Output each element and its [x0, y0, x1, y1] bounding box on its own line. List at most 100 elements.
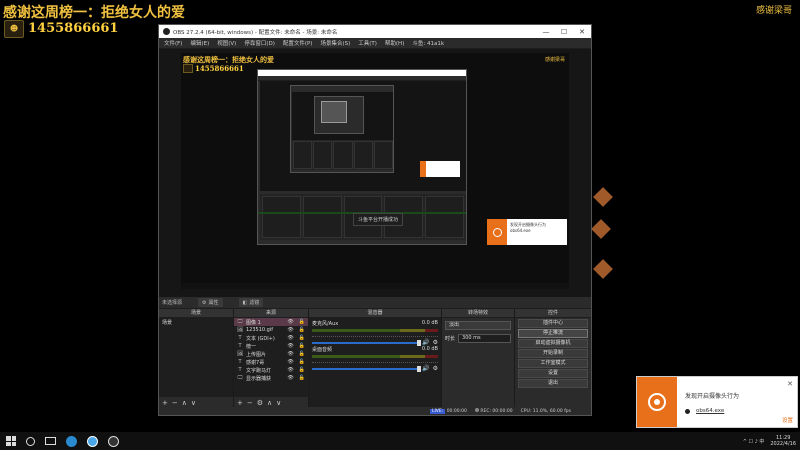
lock-icon[interactable]: 🔓	[299, 367, 305, 373]
source-item[interactable]: T 文字跑马灯 👁 🔓	[234, 366, 308, 374]
live-label: LIVE:	[429, 408, 446, 414]
overlay-number: 1455866661	[28, 21, 119, 36]
canvas-overlay-number: 1455866661	[195, 64, 244, 73]
menubar: 文件(F) 编辑(E) 视图(V) 停靠窗口(D) 配置文件(P) 场景集合(S…	[159, 38, 591, 49]
source-name: 图像 1	[246, 319, 261, 326]
move-source-up-button[interactable]: ∧	[267, 399, 272, 407]
filters-button[interactable]: ◧ 滤镜	[238, 298, 264, 307]
menu-tools[interactable]: 工具(T)	[358, 39, 377, 47]
eye-icon[interactable]: 👁	[287, 359, 293, 365]
notification-settings-link[interactable]: 设置	[782, 416, 793, 424]
eye-icon[interactable]: 👁	[287, 367, 293, 373]
eye-icon[interactable]: 👁	[287, 335, 293, 341]
menu-scene-collection[interactable]: 场景集合(S)	[320, 39, 350, 47]
edge-icon[interactable]	[66, 435, 77, 447]
source-item[interactable]: 🖵 显示器捕获 👁 🔓	[234, 374, 308, 382]
menu-douyu[interactable]: 斗鱼: 41a1k	[412, 39, 444, 47]
eye-icon[interactable]: 👁	[287, 319, 293, 325]
properties-button[interactable]: ⚙ 属性	[198, 298, 223, 307]
eye-icon[interactable]: 👁	[287, 351, 293, 357]
control-button[interactable]: 停止推流	[518, 329, 588, 338]
menu-file[interactable]: 文件(F)	[164, 39, 182, 47]
source-item[interactable]: T 榜一 👁 🔓	[234, 342, 308, 350]
transition-select[interactable]: 淡出	[445, 321, 511, 330]
lock-icon[interactable]: 🔓	[299, 319, 305, 325]
preview-area[interactable]: 感谢这周榜一：拒绝女人的爱 1455866661 感谢梁哥 斗鱼平台开播成功 发…	[159, 49, 591, 297]
menu-edit[interactable]: 编辑(E)	[190, 39, 209, 47]
lock-icon[interactable]: 🔓	[299, 335, 305, 341]
duration-label: 时长	[445, 336, 456, 342]
control-button[interactable]: 工作室模式	[518, 359, 588, 368]
source-item[interactable]: 🖵 图像 1 👁 🔓	[234, 318, 308, 326]
mixer-channel-desktop: 桌面音频 0.0 dB 🔊 ⚙	[312, 346, 438, 372]
control-button[interactable]: 设置	[518, 369, 588, 378]
volume-slider[interactable]	[312, 365, 422, 372]
remove-source-button[interactable]: −	[247, 399, 253, 407]
speaker-icon[interactable]: 🔊	[422, 365, 429, 372]
source-item[interactable]: T 感谢7哥 👁 🔓	[234, 358, 308, 366]
move-source-down-button[interactable]: ∨	[276, 399, 281, 407]
source-item[interactable]: 🖼 上传图片 👁 🔓	[234, 350, 308, 358]
eye-icon[interactable]: 👁	[287, 343, 293, 349]
notification-message: 发现开启摄像头行为	[685, 393, 740, 400]
source-item[interactable]: 🖼 123510.gif 👁 🔓	[234, 326, 308, 334]
remove-scene-button[interactable]: −	[172, 399, 178, 407]
obs-window[interactable]: OBS 27.2.4 (64-bit, windows) - 配置文件: 未命名…	[158, 24, 592, 416]
overlay-thanks: 感谢梁哥	[755, 6, 792, 16]
control-button[interactable]: 开始录制	[518, 349, 588, 358]
nested-obs-capture: 斗鱼平台开播成功	[257, 69, 467, 245]
preview-canvas[interactable]: 感谢这周榜一：拒绝女人的爱 1455866661 感谢梁哥 斗鱼平台开播成功 发…	[181, 53, 569, 289]
lock-icon[interactable]: 🔓	[299, 351, 305, 357]
close-button[interactable]: ✕	[573, 28, 591, 36]
scene-item[interactable]: 场景	[159, 318, 233, 327]
controls-header: 控件	[515, 309, 591, 318]
camera-notification[interactable]: 发现开启摄像头行为 obs64.exe ✕ 设置	[636, 376, 798, 428]
control-button[interactable]: 插件中心	[518, 319, 588, 328]
maximize-button[interactable]: ☐	[555, 28, 573, 36]
control-button[interactable]: 退出	[518, 379, 588, 388]
source-item[interactable]: T 文本 (GDI+) 👁 🔓	[234, 334, 308, 342]
canvas-avatar-icon	[183, 64, 193, 73]
lock-icon[interactable]: 🔓	[299, 343, 305, 349]
menu-docks[interactable]: 停靠窗口(D)	[244, 39, 275, 47]
canvas-toast-line2: obs64.exe	[510, 228, 531, 233]
camera-icon	[637, 377, 677, 427]
overlay-avatar-icon: ☻	[4, 20, 24, 38]
duration-input[interactable]: 300 ms	[458, 334, 511, 343]
control-button[interactable]: 启动虚拟摄像机	[518, 339, 588, 348]
mixer-dock: 混音器 麦克风/Aux 0.0 dB 🔊 ⚙ 桌面音频 0.0 dB 🔊 ⚙	[309, 309, 441, 409]
obs-taskbar-icon[interactable]	[108, 435, 119, 447]
lock-icon[interactable]: 🔓	[299, 375, 305, 381]
eye-icon[interactable]: 👁	[287, 327, 293, 333]
controls-dock: 控件 插件中心 停止推流 启动虚拟摄像机 开始录制 工作室模式 设置 退出	[515, 309, 591, 409]
canvas-overlay-thanks: 感谢梁哥	[544, 57, 565, 63]
minimize-button[interactable]: —	[537, 28, 555, 36]
close-icon[interactable]: ✕	[787, 380, 793, 388]
lock-icon[interactable]: 🔓	[299, 327, 305, 333]
browser-icon[interactable]	[87, 435, 98, 447]
menu-help[interactable]: 帮助(H)	[385, 39, 404, 47]
audio-meter	[312, 355, 438, 358]
move-scene-up-button[interactable]: ∧	[182, 399, 187, 407]
gear-icon[interactable]: ⚙	[433, 365, 438, 372]
cpu-status: CPU: 11.0%, 60.00 fps	[520, 408, 571, 414]
obs-titlebar[interactable]: OBS 27.2.4 (64-bit, windows) - 配置文件: 未命名…	[159, 25, 591, 38]
add-source-button[interactable]: +	[237, 399, 243, 407]
menu-view[interactable]: 视图(V)	[217, 39, 236, 47]
system-tray[interactable]: ^ ☐ ♪ 中	[743, 438, 765, 445]
radio-icon[interactable]	[685, 408, 690, 414]
taskbar-clock[interactable]: 11:29 2022/4/16	[770, 435, 796, 447]
search-icon[interactable]	[26, 436, 35, 446]
notification-app[interactable]: obs64.exe	[696, 408, 724, 414]
lock-icon[interactable]: 🔓	[299, 359, 305, 365]
task-view-icon[interactable]	[45, 437, 56, 445]
windows-start-icon[interactable]	[6, 436, 16, 446]
menu-profile[interactable]: 配置文件(P)	[283, 39, 313, 47]
eye-icon[interactable]: 👁	[287, 375, 293, 381]
add-scene-button[interactable]: +	[162, 399, 168, 407]
source-toolbar: 未选择源 ⚙ 属性 ◧ 滤镜	[159, 297, 591, 309]
move-scene-down-button[interactable]: ∨	[191, 399, 196, 407]
nested-obs-capture-3	[314, 96, 364, 134]
source-settings-button[interactable]: ⚙	[257, 399, 263, 407]
sources-dock: 来源 🖵 图像 1 👁 🔓 🖼 123510.gif 👁 🔓 T 文本 (GDI+) 👁 🔓 T 榜一 👁 🔓…	[234, 309, 308, 409]
